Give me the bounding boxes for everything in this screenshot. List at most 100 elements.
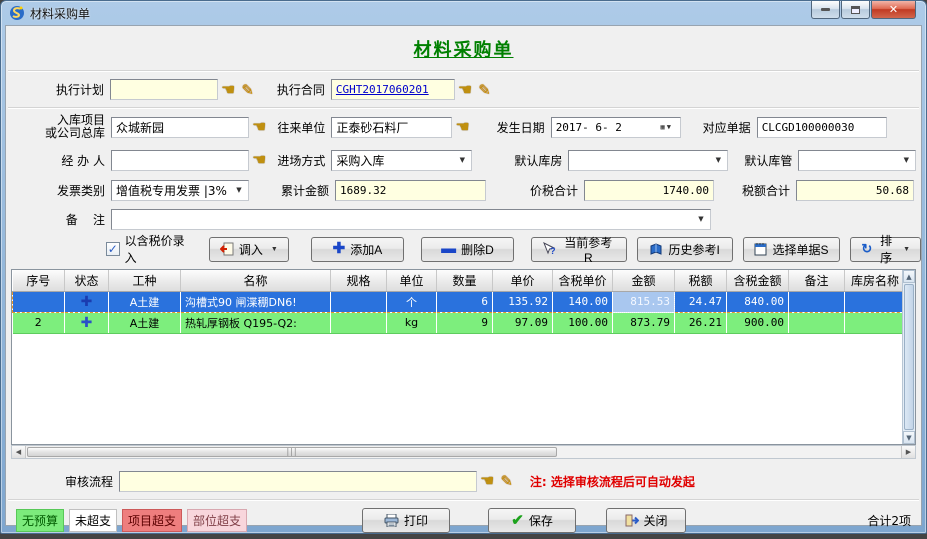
cell-amount-selected[interactable]: 815.53	[613, 291, 675, 312]
approval-label: 审核流程	[61, 473, 119, 490]
edit-pencil-icon[interactable]: ✎	[241, 81, 254, 99]
cell-warehouse[interactable]	[845, 291, 903, 312]
refdoc-input[interactable]	[757, 117, 887, 138]
cell-name[interactable]: 沟槽式90 闸渫稝DN6!	[181, 291, 331, 312]
vertical-scrollbar[interactable]: ▲ ▼	[902, 270, 915, 444]
total-tax-field	[796, 180, 914, 201]
sort-button[interactable]: ↻ 排序 ▼	[850, 237, 921, 262]
minimize-icon	[821, 8, 830, 11]
cell-unit[interactable]: kg	[387, 312, 437, 333]
cell-spec[interactable]	[331, 312, 387, 333]
project-input[interactable]	[111, 117, 249, 138]
history-ref-button[interactable]: 历史参考I	[637, 237, 733, 262]
save-button[interactable]: ✔ 保存	[488, 508, 576, 533]
scroll-track[interactable]	[557, 446, 901, 458]
grid-header-row: 序号 状态 工种 名称 规格 单位 数量 单价 含税单价 金额 税额 含税金额	[13, 270, 903, 291]
import-button[interactable]: 调入 ▼	[209, 237, 289, 262]
edit-pencil-icon[interactable]: ✎	[478, 81, 491, 99]
vendor-input[interactable]	[331, 117, 452, 138]
keeper-select[interactable]: ▼	[798, 150, 916, 171]
cell-qty[interactable]: 6	[437, 291, 493, 312]
cell-tax[interactable]: 26.21	[675, 312, 727, 333]
chevron-down-icon: ▼	[667, 123, 671, 131]
invoice-type-select[interactable]: 增值税专用发票 |3% ▼	[111, 180, 249, 201]
cell-spec[interactable]	[331, 291, 387, 312]
grip-icon: |||	[286, 448, 297, 456]
cell-tax[interactable]: 24.47	[675, 291, 727, 312]
window-title: 材料采购单	[30, 5, 90, 22]
agent-input[interactable]	[111, 150, 249, 171]
select-doc-button[interactable]: 选择单据S	[743, 237, 841, 262]
total-count-label: 合计2项	[867, 512, 911, 529]
approval-input[interactable]	[119, 471, 477, 492]
import-doc-icon	[220, 242, 234, 256]
pick-hand-icon[interactable]: ☚	[252, 152, 266, 168]
pick-hand-icon[interactable]: ☚	[458, 82, 472, 98]
scroll-up-icon[interactable]: ▲	[903, 270, 915, 283]
scroll-down-icon[interactable]: ▼	[903, 431, 915, 444]
cell-amount[interactable]: 873.79	[613, 312, 675, 333]
warehouse-select[interactable]: ▼	[568, 150, 728, 171]
delete-row-button[interactable]: ▬ 删除D	[421, 237, 514, 262]
maximize-icon	[851, 6, 860, 14]
table-row[interactable]: 2 ✚ A土建 热轧厚钢板 Q195-Q2: kg 9 97.09 100.00…	[13, 312, 903, 333]
close-button[interactable]: ✕	[871, 1, 916, 19]
exec-plan-label: 执行计划	[46, 81, 110, 98]
contract-link[interactable]: CGHT2017060201	[336, 83, 429, 96]
cell-seq[interactable]: 2	[13, 312, 65, 333]
pick-hand-icon[interactable]: ☚	[252, 119, 266, 135]
scroll-left-icon[interactable]: ◀	[12, 446, 26, 458]
cell-price[interactable]: 135.92	[493, 291, 553, 312]
remark-combo[interactable]: ▼	[111, 209, 711, 230]
table-row-selected[interactable]: ✚ A土建 沟槽式90 闸渫稝DN6! 个 6 135.92 140.00 81…	[13, 291, 903, 312]
cell-remark[interactable]	[789, 312, 845, 333]
cell-warehouse[interactable]	[845, 312, 903, 333]
vertical-scroll-thumb[interactable]	[904, 284, 914, 430]
pick-hand-icon[interactable]: ☚	[221, 82, 235, 98]
approval-note: 注: 选择审核流程后可自动发起	[530, 473, 695, 490]
minus-icon: ▬	[441, 244, 456, 254]
cell-status[interactable]: ✚	[65, 291, 109, 312]
plus-icon: ✚	[333, 243, 346, 255]
exec-contract-label: 执行合同	[269, 81, 331, 98]
minimize-button[interactable]	[811, 1, 840, 19]
cell-price-tax[interactable]: 140.00	[553, 291, 613, 312]
pick-hand-icon[interactable]: ☚	[455, 119, 469, 135]
cell-seq[interactable]	[13, 291, 65, 312]
pick-hand-icon[interactable]: ☚	[480, 473, 494, 489]
maximize-button[interactable]	[841, 1, 870, 19]
scroll-right-icon[interactable]: ▶	[901, 446, 915, 458]
close-form-button[interactable]: 关闭	[606, 508, 686, 533]
remark-label: 备 注	[11, 211, 111, 228]
row-approval: 审核流程 ☚ ✎ 注: 选择审核流程后可自动发起	[6, 463, 921, 499]
tax-entry-checkbox[interactable]: ✓	[106, 242, 120, 256]
cell-price-tax[interactable]: 100.00	[553, 312, 613, 333]
cell-name[interactable]: 热轧厚钢板 Q195-Q2:	[181, 312, 331, 333]
print-button[interactable]: 打印	[362, 508, 450, 533]
check-icon: ✓	[108, 242, 118, 256]
add-row-button[interactable]: ✚ 添加A	[311, 237, 404, 262]
cell-unit[interactable]: 个	[387, 291, 437, 312]
cell-trade[interactable]: A土建	[109, 291, 181, 312]
footer: 无预算 未超支 项目超支 部位超支 打印 ✔ 保存 关闭 合计2项	[6, 501, 921, 539]
date-field[interactable]: 2017- 6- 2 ▦▼	[551, 117, 681, 138]
edit-pencil-icon[interactable]: ✎	[500, 472, 513, 490]
col-seq: 序号	[13, 270, 65, 291]
cell-qty[interactable]: 9	[437, 312, 493, 333]
grid-body: 序号 状态 工种 名称 规格 单位 数量 单价 含税单价 金额 税额 含税金额	[12, 270, 902, 444]
cell-status[interactable]: ✚	[65, 312, 109, 333]
current-ref-button[interactable]: ? 当前参考R	[531, 237, 627, 262]
entry-mode-select[interactable]: 采购入库 ▼	[331, 150, 472, 171]
entry-mode-label: 进场方式	[273, 152, 331, 169]
exec-plan-input[interactable]	[110, 79, 218, 100]
cell-amount-tax[interactable]: 840.00	[727, 291, 789, 312]
horizontal-scroll-thumb[interactable]: |||	[27, 447, 557, 457]
horizontal-scrollbar[interactable]: ◀ ||| ▶	[11, 445, 916, 459]
calendar-dropdown-button[interactable]: ▦▼	[653, 120, 679, 135]
cell-remark[interactable]	[789, 291, 845, 312]
warehouse-label: 默认库房	[508, 152, 568, 169]
row-plus-icon: ✚	[81, 315, 93, 331]
cell-price[interactable]: 97.09	[493, 312, 553, 333]
cell-trade[interactable]: A土建	[109, 312, 181, 333]
cell-amount-tax[interactable]: 900.00	[727, 312, 789, 333]
